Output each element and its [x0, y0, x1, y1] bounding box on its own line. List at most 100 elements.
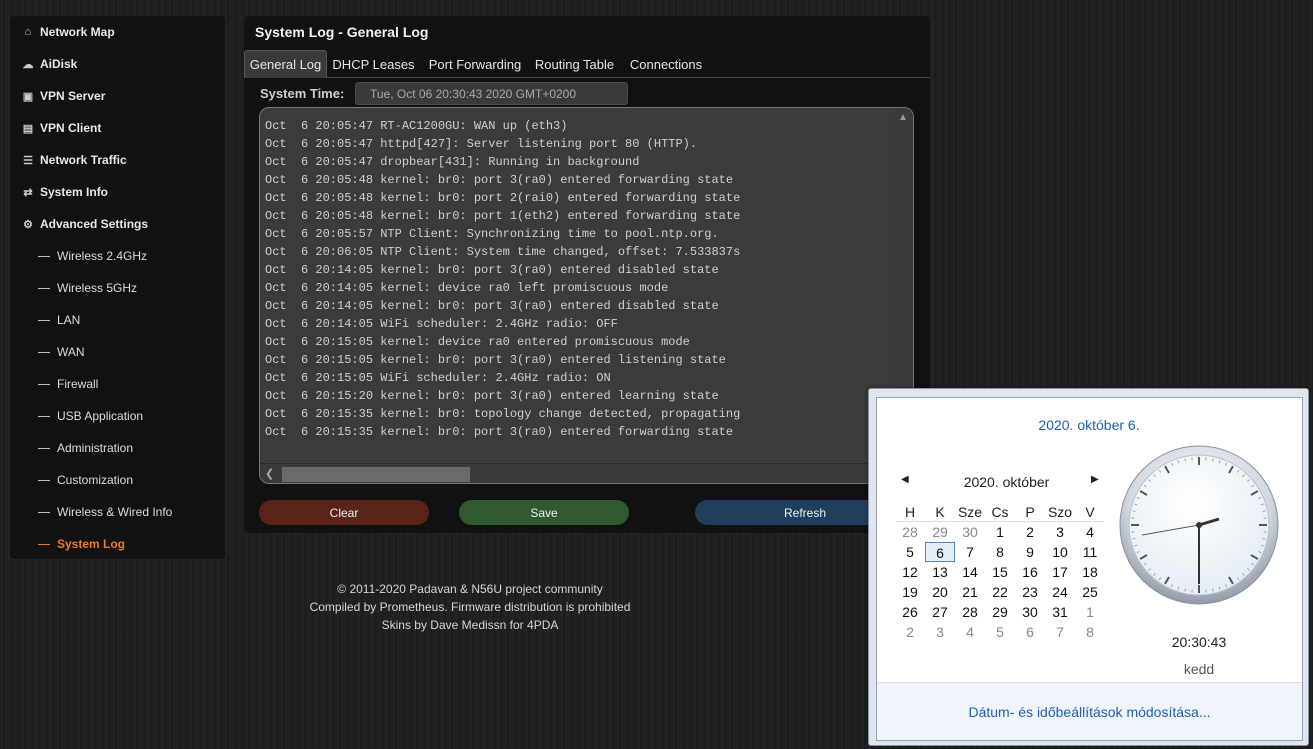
sidebar-subitem-usb-application[interactable]: USB Application — [10, 404, 225, 428]
sidebar-subitem-label: LAN — [57, 313, 81, 327]
calendar-day[interactable]: 3 — [925, 622, 955, 642]
dash-icon — [38, 287, 50, 289]
calendar-month-label[interactable]: 2020. október — [939, 474, 1074, 490]
calendar-week-row: 26 27 28 29 30 31 1 — [895, 602, 1120, 622]
calendar-day[interactable]: 2 — [895, 622, 925, 642]
sidebar-subitem-system-log[interactable]: System Log — [10, 532, 225, 556]
sidebar-subitem-lan[interactable]: LAN — [10, 308, 225, 332]
log-line: Oct 6 20:05:47 RT-AC1200GU: WAN up (eth3… — [265, 119, 568, 133]
sidebar-subitem-wan[interactable]: WAN — [10, 340, 225, 364]
calendar-day[interactable]: 19 — [895, 582, 925, 602]
tab-port-forwarding[interactable]: Port Forwarding — [425, 50, 525, 78]
calendar-day[interactable]: 23 — [1015, 582, 1045, 602]
calendar-day[interactable]: 18 — [1075, 562, 1105, 582]
calendar-day[interactable]: 12 — [895, 562, 925, 582]
chevron-left-icon[interactable]: ❮ — [265, 467, 274, 480]
calendar-day[interactable]: 1 — [1075, 602, 1105, 622]
calendar-day[interactable]: 8 — [1075, 622, 1105, 642]
calendar-day[interactable]: 6 — [1015, 622, 1045, 642]
sidebar-subitem-label: Administration — [57, 441, 134, 455]
calendar-day[interactable]: 13 — [925, 562, 955, 582]
sidebar-subitem-firewall[interactable]: Firewall — [10, 372, 225, 396]
chevron-up-icon[interactable]: ▲ — [898, 112, 908, 123]
calendar-day[interactable]: 14 — [955, 562, 985, 582]
gear-icon: ⚙ — [23, 218, 33, 231]
calendar-day-today[interactable]: 6 — [925, 542, 955, 562]
sidebar-item-vpn-client[interactable]: ▤ VPN Client — [10, 116, 225, 140]
sidebar-subitem-wireless-wired-info[interactable]: Wireless & Wired Info — [10, 500, 225, 524]
clock-icon — [1119, 445, 1279, 605]
calendar-day[interactable]: 3 — [1045, 522, 1075, 542]
tab-general-log[interactable]: General Log — [244, 50, 327, 78]
calendar-day[interactable]: 30 — [1015, 602, 1045, 622]
calendar-day[interactable]: 11 — [1075, 542, 1105, 562]
calendar-day[interactable]: 30 — [955, 522, 985, 542]
sidebar-item-network-map[interactable]: ⌂ Network Map — [10, 20, 225, 44]
calendar-footer: Dátum- és időbeállítások módosítása... — [877, 682, 1302, 740]
calendar-day[interactable]: 26 — [895, 602, 925, 622]
calendar-day[interactable]: 29 — [925, 522, 955, 542]
sidebar-item-label: Network Traffic — [40, 153, 127, 167]
clear-button[interactable]: Clear — [259, 500, 429, 525]
calendar-day[interactable]: 2 — [1015, 522, 1045, 542]
weekday-header: Szo — [1047, 504, 1073, 520]
tab-routing-table[interactable]: Routing Table — [531, 50, 618, 78]
calendar-day[interactable]: 8 — [985, 542, 1015, 562]
footer-copyright: © 2011-2020 Padavan & N56U project commu… — [337, 582, 603, 596]
calendar-day[interactable]: 4 — [1075, 522, 1105, 542]
calendar-day[interactable]: 1 — [985, 522, 1015, 542]
dash-icon — [38, 255, 50, 257]
sidebar-item-network-traffic[interactable]: ☰ Network Traffic — [10, 148, 225, 172]
calendar-popup: 2020. október 6. ◀ 2020. október ▶ H K Sze… — [868, 388, 1309, 746]
calendar-day[interactable]: 28 — [955, 602, 985, 622]
calendar-day[interactable]: 5 — [895, 542, 925, 562]
calendar-day[interactable]: 25 — [1075, 582, 1105, 602]
sidebar-item-advanced-settings[interactable]: ⚙ Advanced Settings — [10, 212, 225, 236]
calendar-day[interactable]: 15 — [985, 562, 1015, 582]
calendar-day[interactable]: 31 — [1045, 602, 1075, 622]
tab-dhcp-leases[interactable]: DHCP Leases — [328, 50, 419, 78]
scrollbar-thumb[interactable] — [282, 467, 470, 482]
sidebar-subitem-label: Firewall — [57, 377, 99, 391]
tab-connections[interactable]: Connections — [625, 50, 707, 78]
calendar-day[interactable]: 27 — [925, 602, 955, 622]
footer-compiled: Compiled by Prometheus. Firmware distrib… — [309, 600, 631, 614]
horizontal-scrollbar[interactable]: ❮ — [260, 463, 913, 483]
sidebar-item-label: VPN Server — [40, 89, 106, 103]
sidebar-item-label: Advanced Settings — [40, 217, 149, 231]
calendar-day[interactable]: 21 — [955, 582, 985, 602]
sidebar-subitem-label: Wireless & Wired Info — [57, 505, 173, 519]
calendar-day[interactable]: 10 — [1045, 542, 1075, 562]
sidebar-subitem-wireless-5ghz[interactable]: Wireless 5GHz — [10, 276, 225, 300]
sidebar-subitem-customization[interactable]: Customization — [10, 468, 225, 492]
calendar-day[interactable]: 17 — [1045, 562, 1075, 582]
calendar-date-title[interactable]: 2020. október 6. — [877, 417, 1301, 433]
sidebar-subitem-administration[interactable]: Administration — [10, 436, 225, 460]
save-button[interactable]: Save — [459, 500, 629, 525]
calendar-day[interactable]: 5 — [985, 622, 1015, 642]
calendar-day[interactable]: 7 — [1045, 622, 1075, 642]
calendar-day[interactable]: 29 — [985, 602, 1015, 622]
sidebar-item-system-info[interactable]: ⇄ System Info — [10, 180, 225, 204]
chevron-left-icon[interactable]: ◀ — [901, 474, 909, 485]
calendar-panel: 2020. október 6. ◀ 2020. október ▶ H K Sze… — [876, 397, 1303, 741]
weekday-header-row: H K Sze Cs P Szo V — [895, 502, 1120, 522]
calendar-day[interactable]: 22 — [985, 582, 1015, 602]
sidebar-item-vpn-server[interactable]: ▣ VPN Server — [10, 84, 225, 108]
calendar-day[interactable]: 9 — [1015, 542, 1045, 562]
calendar-day[interactable]: 20 — [925, 582, 955, 602]
chevron-right-icon[interactable]: ▶ — [1091, 474, 1099, 485]
footer-skins: Skins by Dave Medissn for 4PDA — [381, 618, 559, 632]
calendar-day[interactable]: 7 — [955, 542, 985, 562]
sidebar: ⌂ Network Map ☁ AiDisk ▣ VPN Server ▤ VPN Clien… — [10, 16, 225, 559]
calendar-day[interactable]: 4 — [955, 622, 985, 642]
calendar-day[interactable]: 24 — [1045, 582, 1075, 602]
sidebar-subitem-wireless-2-4ghz[interactable]: Wireless 2.4GHz — [10, 244, 225, 268]
disk-icon: ☁ — [22, 58, 34, 71]
calendar-day[interactable]: 16 — [1015, 562, 1045, 582]
date-time-settings-link[interactable]: Dátum- és időbeállítások módosítása... — [968, 704, 1210, 720]
system-time-field: Tue, Oct 06 20:30:43 2020 GMT+0200 — [355, 82, 628, 105]
sidebar-item-aidisk[interactable]: ☁ AiDisk — [10, 52, 225, 76]
calendar-day[interactable]: 28 — [895, 522, 925, 542]
log-textarea[interactable]: Oct 6 20:05:47 RT-AC1200GU: WAN up (eth3… — [259, 107, 914, 484]
